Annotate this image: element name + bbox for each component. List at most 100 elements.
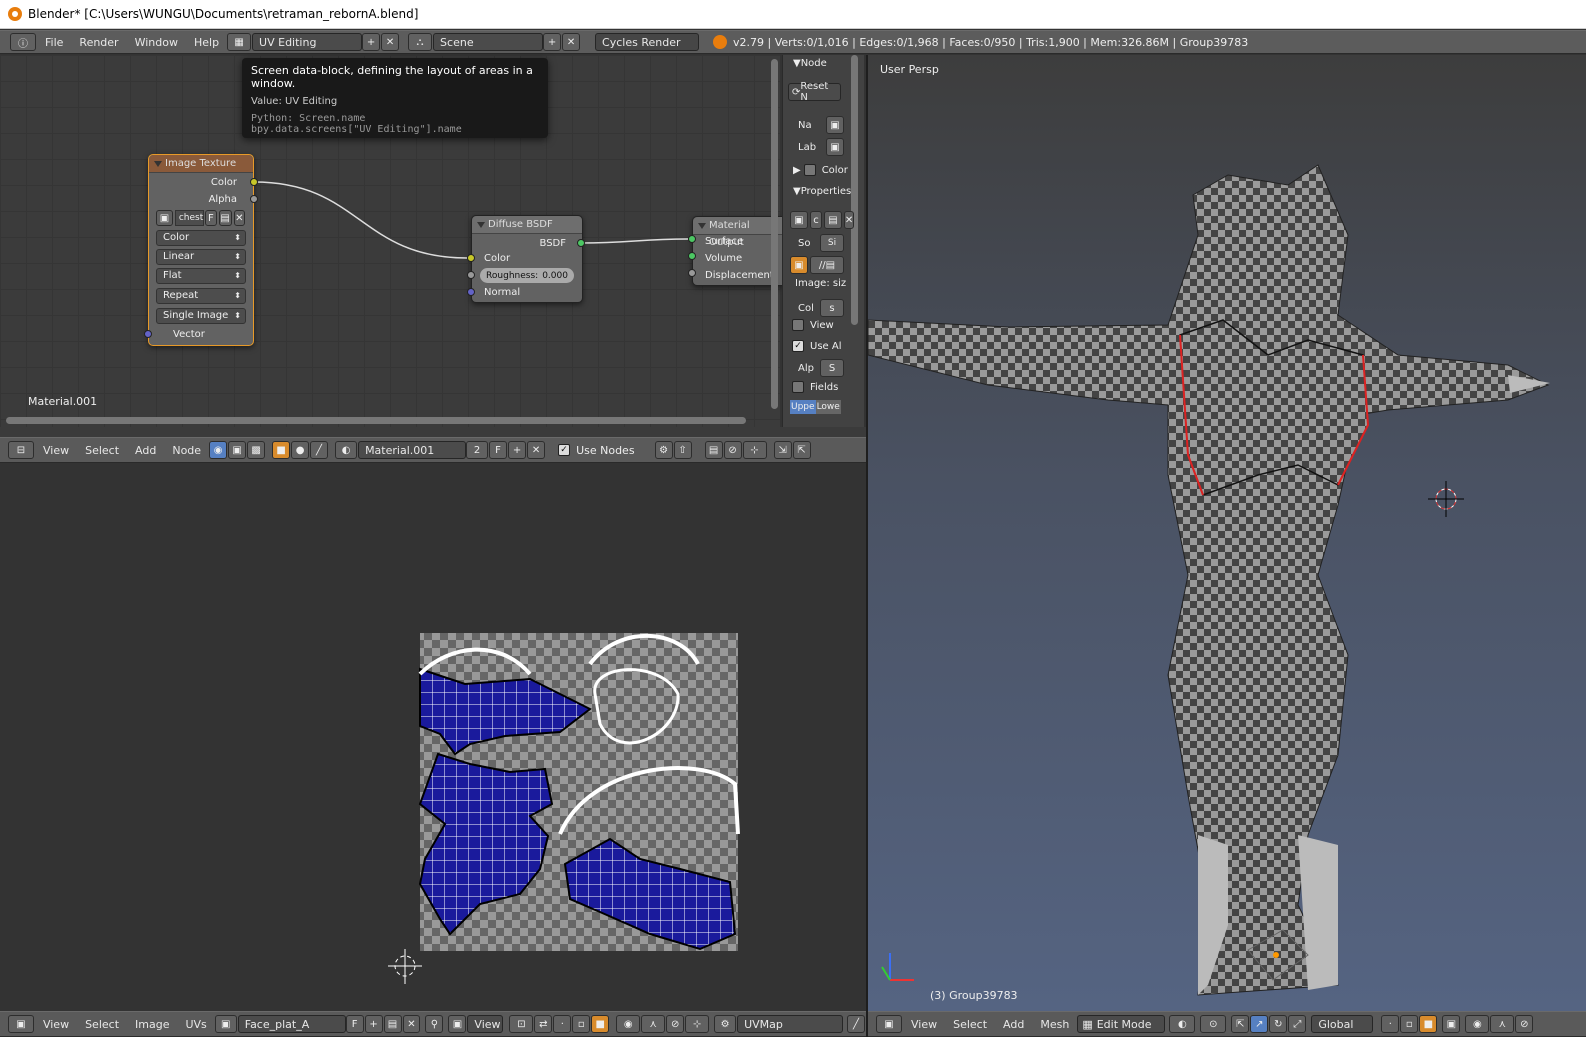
diffuse-roughness-socket[interactable] (467, 271, 475, 279)
panel-scrollbar[interactable] (851, 55, 858, 325)
panel-image-icon[interactable]: ▣ (790, 256, 808, 274)
object-shader-icon[interactable]: ■ (272, 441, 291, 459)
panel-lower-first-button[interactable]: Lowe (815, 400, 841, 414)
3d-viewport[interactable]: User Persp (3) Group39783 (868, 55, 1586, 1011)
copy-nodes-icon[interactable]: ⇲ (773, 441, 792, 459)
node-label-field[interactable]: ▣ (826, 138, 844, 156)
panel-image-open-icon[interactable]: ▤ (824, 211, 842, 229)
panel-image-path-field[interactable]: //▤ (810, 256, 844, 274)
reset-node-button[interactable]: ⟳ Reset N (788, 81, 841, 103)
uv-view-mode-dropdown[interactable]: View (467, 1015, 504, 1033)
material-output-node-header[interactable]: Material Output (693, 217, 782, 248)
use-nodes-checkbox[interactable]: ✓ (558, 444, 571, 456)
uv-2d-cursor[interactable] (388, 949, 422, 984)
uv-face-select-icon[interactable]: ■ (591, 1015, 610, 1033)
viewport-menu-mesh[interactable]: Mesh (1032, 1018, 1077, 1031)
uv-editor-type-icon[interactable]: ▣ (8, 1015, 34, 1033)
uvmap-field[interactable]: UVMap (737, 1015, 843, 1033)
uv-open-image-icon[interactable]: ▤ (383, 1015, 402, 1033)
image-selector[interactable]: ▣ chest F ▤ ✕ (156, 210, 246, 226)
diffuse-bsdf-out-socket[interactable] (577, 239, 585, 247)
scale-manipulator-icon[interactable]: ⤢ (1288, 1015, 1307, 1033)
go-parent-icon[interactable]: ⇧ (673, 441, 692, 459)
translate-manipulator-icon[interactable]: ↗ (1250, 1015, 1269, 1033)
uv-paint-icon[interactable]: ╱ (846, 1015, 865, 1033)
unlink-material-icon[interactable]: ✕ (527, 441, 546, 459)
vertex-select-icon[interactable]: · (1381, 1015, 1400, 1033)
remove-screen-icon[interactable]: ✕ (381, 33, 400, 51)
panel-view-checkbox[interactable] (792, 319, 804, 331)
screen-layout-icon[interactable]: ▦ (227, 33, 252, 51)
color-section-header[interactable]: ▶ Color (793, 164, 848, 176)
uv-vertex-select-icon[interactable]: · (553, 1015, 572, 1033)
panel-image-browse-icon[interactable]: ▣ (790, 211, 808, 229)
material-users-count[interactable]: 2 (466, 441, 489, 459)
uv-falloff-icon[interactable]: ⋏ (641, 1015, 666, 1033)
extension-dropdown[interactable]: Repeat (156, 288, 246, 304)
material-output-node[interactable]: Material Output Surface Volume Displacem… (692, 216, 782, 286)
uv-image-browse-icon[interactable]: ▣ (214, 1015, 237, 1033)
color-space-dropdown[interactable]: Color (156, 230, 246, 246)
world-shader-icon[interactable]: ● (291, 441, 310, 459)
panel-image-field[interactable]: c (810, 211, 822, 229)
paste-nodes-icon[interactable]: ⇱ (792, 441, 811, 459)
falloff-icon[interactable]: ⋏ (1490, 1015, 1515, 1033)
panel-image-selector[interactable]: ▣ c ▤ ✕ (790, 211, 855, 229)
panel-fields-row[interactable]: Fields (792, 381, 838, 393)
pivot-point-icon[interactable]: ⊙ (1200, 1015, 1227, 1033)
uv-image-fake-user-button[interactable]: F (345, 1015, 364, 1033)
3d-cursor[interactable] (1428, 481, 1464, 517)
snap-element-icon[interactable]: ⊘ (723, 441, 742, 459)
output-surface-socket[interactable] (688, 235, 696, 243)
panel-view-row[interactable]: View (792, 319, 834, 331)
scene-icon[interactable]: ⛬ (408, 33, 433, 51)
diffuse-normal-socket[interactable] (467, 288, 475, 296)
uv-menu-uvs[interactable]: UVs (177, 1018, 214, 1031)
uv-snap-element-icon[interactable]: ⊹ (685, 1015, 710, 1033)
uv-image-editor-canvas[interactable] (0, 464, 866, 1029)
diffuse-bsdf-node[interactable]: Diffuse BSDF BSDF Color Roughness: 0.000… (471, 215, 583, 303)
shader-tree-icon[interactable]: ◉ (209, 441, 228, 459)
add-scene-icon[interactable]: + (543, 33, 562, 51)
panel-upper-first-button[interactable]: Uppe (790, 400, 816, 414)
viewport-menu-select[interactable]: Select (945, 1018, 995, 1031)
uv-view-mode-icon[interactable]: ▣ (448, 1015, 467, 1033)
panel-use-alpha-row[interactable]: ✓ Use Al (792, 340, 841, 352)
image-open-icon[interactable]: ▤ (218, 210, 232, 226)
uv-menu-select[interactable]: Select (77, 1018, 127, 1031)
image-browse-icon[interactable]: ▣ (156, 210, 173, 226)
viewport-shading-icon[interactable]: ◐ (1169, 1015, 1196, 1033)
rotate-manipulator-icon[interactable]: ↻ (1269, 1015, 1288, 1033)
interpolation-dropdown[interactable]: Linear (156, 249, 246, 265)
uv-new-image-icon[interactable]: + (364, 1015, 383, 1033)
snap-target-icon[interactable]: ⊹ (742, 441, 767, 459)
render-engine-dropdown[interactable]: Cycles Render (595, 33, 700, 51)
add-screen-icon[interactable]: + (362, 33, 381, 51)
proportional-edit-icon[interactable]: ◉ (1465, 1015, 1490, 1033)
uv-unlink-image-icon[interactable]: ✕ (402, 1015, 421, 1033)
uv-menu-image[interactable]: Image (127, 1018, 177, 1031)
editor-type-info-icon[interactable]: ⓘ (10, 33, 36, 51)
panel-source-dropdown[interactable]: Si (820, 234, 844, 252)
menu-file[interactable]: File (37, 36, 71, 49)
scene-field[interactable]: Scene (433, 33, 544, 51)
transform-orientation-dropdown[interactable]: Global (1311, 1015, 1374, 1033)
viewport-menu-add[interactable]: Add (995, 1018, 1032, 1031)
line-style-icon[interactable]: ╱ (310, 441, 329, 459)
uv-pin-icon[interactable]: ⚲ (425, 1015, 444, 1033)
manipulator-toggle-icon[interactable]: ⇱ (1231, 1015, 1250, 1033)
node-section-header[interactable]: ▼ Node (793, 58, 827, 69)
panel-alpha-dropdown[interactable]: S (820, 359, 844, 377)
color-checkbox[interactable] (803, 164, 816, 176)
projection-dropdown[interactable]: Flat (156, 268, 246, 284)
material-browse-icon[interactable]: ◐ (335, 441, 358, 459)
screen-layout-field[interactable]: UV Editing (252, 33, 363, 51)
face-select-icon[interactable]: ■ (1419, 1015, 1438, 1033)
node-menu-add[interactable]: Add (127, 444, 164, 457)
node-editor-vertical-scrollbar[interactable] (771, 59, 778, 409)
mode-dropdown[interactable]: ▦ Edit Mode (1077, 1015, 1166, 1033)
menu-window[interactable]: Window (127, 36, 186, 49)
panel-color-dropdown[interactable]: s (820, 299, 844, 317)
occlude-geometry-icon[interactable]: ▣ (1442, 1015, 1461, 1033)
uv-menu-view[interactable]: View (35, 1018, 77, 1031)
